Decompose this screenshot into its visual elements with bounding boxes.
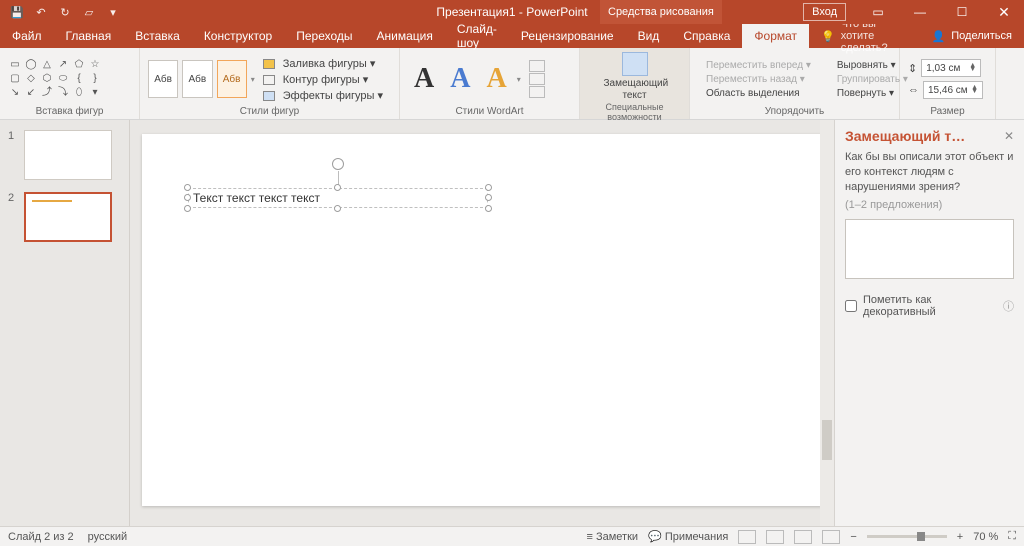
shape-fill-button[interactable]: Заливка фигуры ▾ — [259, 56, 391, 71]
shape-style-1[interactable]: Абв — [148, 60, 178, 98]
alt-text-textarea[interactable] — [845, 219, 1014, 279]
alt-text-button[interactable]: Замещающий текст — [604, 52, 666, 102]
share-button[interactable]: 👤Поделиться — [920, 24, 1024, 48]
tab-file[interactable]: Файл — [0, 24, 54, 48]
resize-handle[interactable] — [334, 184, 341, 191]
signin-button[interactable]: Вход — [803, 3, 846, 21]
minimize-button[interactable]: — — [900, 0, 940, 24]
contextual-tab-label: Средства рисования — [600, 0, 722, 24]
start-slideshow-icon[interactable]: ▱ — [82, 5, 96, 19]
selection-pane-button[interactable]: Область выделения — [698, 87, 819, 100]
window-title: Презентация1 - PowerPoint — [436, 5, 587, 19]
tab-transitions[interactable]: Переходы — [284, 24, 364, 48]
reading-view-button[interactable] — [794, 530, 812, 544]
width-input[interactable]: 15,46 см▲▼ — [923, 81, 983, 99]
shape-outline-button[interactable]: Контур фигуры ▾ — [259, 72, 391, 87]
group-accessibility: Специальные возможности — [588, 102, 681, 122]
tab-format[interactable]: Формат — [742, 24, 809, 48]
tab-help[interactable]: Справка — [671, 24, 742, 48]
send-backward-button[interactable]: Переместить назад ▾ — [698, 73, 819, 86]
maximize-button[interactable]: ☐ — [942, 0, 982, 24]
status-slide-count: Слайд 2 из 2 — [8, 531, 74, 543]
normal-view-button[interactable] — [738, 530, 756, 544]
wordart-style-1[interactable]: А — [408, 63, 440, 95]
undo-icon[interactable]: ↶ — [34, 5, 48, 19]
group-insert-shapes: Вставка фигур — [8, 106, 131, 117]
ribbon-options-icon[interactable]: ▭ — [858, 0, 898, 24]
tell-me-input[interactable]: 💡Что вы хотите сделать? — [809, 24, 920, 48]
thumb-number: 2 — [8, 192, 18, 242]
tab-insert[interactable]: Вставка — [123, 24, 192, 48]
thumb-number: 1 — [8, 130, 18, 180]
resize-handle[interactable] — [485, 184, 492, 191]
group-shape-styles: Стили фигур — [148, 106, 391, 117]
close-button[interactable]: ✕ — [984, 0, 1024, 24]
fit-to-window-button[interactable]: ⛶ — [1008, 530, 1016, 543]
comments-button[interactable]: 💬 Примечания — [648, 530, 728, 543]
shape-style-2[interactable]: Абв — [182, 60, 212, 98]
resize-handle[interactable] — [485, 194, 492, 201]
resize-handle[interactable] — [485, 205, 492, 212]
rotate-handle[interactable] — [332, 158, 344, 170]
pane-title: Замещающий т… — [845, 128, 965, 144]
tab-slideshow[interactable]: Слайд-шоу — [445, 24, 509, 48]
shape-style-3[interactable]: Абв — [217, 60, 247, 98]
vertical-scrollbar[interactable] — [820, 120, 834, 526]
pane-description: Как бы вы описали этот объект и его конт… — [845, 150, 1014, 195]
tab-home[interactable]: Главная — [54, 24, 124, 48]
selected-textbox[interactable]: Текст текст текст текст — [188, 188, 488, 208]
sorter-view-button[interactable] — [766, 530, 784, 544]
alt-text-icon — [622, 52, 648, 76]
text-fill-button[interactable] — [529, 60, 545, 72]
redo-icon[interactable]: ↻ — [58, 5, 72, 19]
resize-handle[interactable] — [184, 184, 191, 191]
group-arrange: Упорядочить — [698, 106, 891, 117]
zoom-out-button[interactable]: − — [850, 531, 856, 543]
zoom-in-button[interactable]: + — [957, 531, 963, 543]
qat-more-icon[interactable]: ▾ — [106, 5, 120, 19]
resize-handle[interactable] — [184, 194, 191, 201]
slide-thumb-2[interactable] — [24, 192, 112, 242]
wordart-style-3[interactable]: А — [480, 63, 512, 95]
resize-handle[interactable] — [184, 205, 191, 212]
zoom-slider[interactable] — [867, 535, 947, 538]
decorative-checkbox[interactable]: Пометить как декоративный ⓘ — [845, 294, 1014, 318]
slideshow-view-button[interactable] — [822, 530, 840, 544]
resize-handle[interactable] — [334, 205, 341, 212]
slide-canvas[interactable]: Текст текст текст текст — [142, 134, 822, 506]
alt-text-pane: Замещающий т… ✕ Как бы вы описали этот об… — [834, 120, 1024, 526]
slide-thumb-1[interactable] — [24, 130, 112, 180]
shapes-gallery[interactable]: ▭◯△↗⬠☆ ▢◇⬡⬭{} ↘↙⤴⤵⬯▾ — [8, 59, 102, 99]
pane-hint: (1–2 предложения) — [845, 199, 1014, 211]
height-input[interactable]: 1,03 см▲▼ — [921, 59, 981, 77]
tab-review[interactable]: Рецензирование — [509, 24, 626, 48]
shape-effects-button[interactable]: Эффекты фигуры ▾ — [259, 88, 391, 103]
status-language[interactable]: русский — [88, 531, 127, 543]
tab-animations[interactable]: Анимация — [365, 24, 445, 48]
tab-design[interactable]: Конструктор — [192, 24, 284, 48]
bring-forward-button[interactable]: Переместить вперед ▾ — [698, 59, 819, 72]
height-icon: ⇕ — [908, 62, 917, 75]
zoom-level[interactable]: 70 % — [973, 531, 998, 543]
tab-view[interactable]: Вид — [626, 24, 672, 48]
info-icon[interactable]: ⓘ — [1003, 298, 1014, 314]
pane-close-icon[interactable]: ✕ — [1004, 129, 1014, 143]
group-size: Размер — [908, 106, 987, 117]
slide-thumbnails: 1 2 — [0, 120, 130, 526]
save-icon[interactable]: 💾 — [10, 5, 24, 19]
width-icon: ⇔ — [908, 84, 919, 96]
text-outline-button[interactable] — [529, 73, 545, 85]
wordart-style-2[interactable]: А — [444, 63, 476, 95]
notes-button[interactable]: ≡ Заметки — [587, 531, 639, 543]
group-wordart-styles: Стили WordArt — [408, 106, 571, 117]
text-effects-button[interactable] — [529, 86, 545, 98]
